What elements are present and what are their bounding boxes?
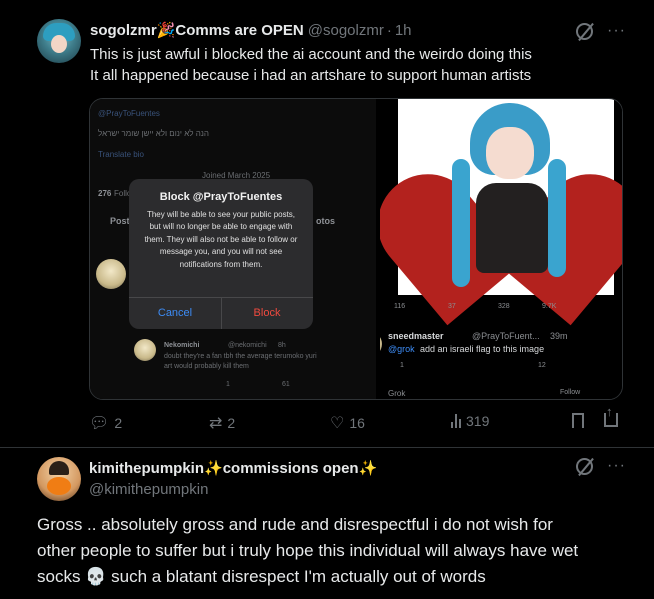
- sparkle-emoji: ✨: [204, 460, 223, 477]
- avatar[interactable]: [37, 19, 81, 63]
- art-replies: 116: [394, 303, 406, 310]
- reply-text: doubt they're a fan tbh the average teru…: [164, 353, 317, 360]
- repost-icon: ⇄: [209, 415, 223, 432]
- tweet-post-sogolzmr[interactable]: sogolzmr 🎉 Comms are OPEN @sogolzmr · 1h…: [0, 0, 654, 447]
- media-image-art-thread[interactable]: 116 37 328 9.7K sneedmaster @PrayToFuent…: [380, 99, 622, 399]
- like-button[interactable]: ♡ 16: [330, 413, 365, 433]
- reply-mention: @grok: [388, 344, 415, 354]
- media-image-block-dialog[interactable]: @PrayToFuentes הנה לא ינום ולא יישן שומר…: [90, 99, 376, 399]
- post-header: kimithepumpkin ✨ commissions open ✨ @kim…: [89, 459, 378, 499]
- avatar[interactable]: [37, 457, 81, 501]
- nav-label: Grok: [388, 389, 406, 398]
- reply-count: 2: [114, 415, 123, 431]
- faded-tab-photos: otos: [316, 216, 335, 226]
- post-text-line: socks 💀 such a blatant disrespect I'm ac…: [37, 565, 486, 589]
- reply-stat: 12: [538, 362, 546, 369]
- sparkle-emoji: ✨: [358, 460, 378, 477]
- reply-handle: @nekomichi: [228, 342, 267, 349]
- reply-avatar: [134, 339, 156, 361]
- repost-button[interactable]: ⇄ 2: [209, 413, 235, 433]
- post-top-actions: ···: [576, 22, 626, 40]
- post-action-bar: 💬︎ 2 ⇄ 2 ♡ 16 319: [0, 404, 654, 433]
- artwork-braid: [452, 159, 470, 287]
- like-count: 16: [349, 415, 365, 431]
- faded-handle: @PrayToFuentes: [98, 109, 160, 118]
- reply-stat: 1: [400, 362, 404, 369]
- reply-stat: 1: [226, 381, 230, 388]
- faded-avatar: [96, 259, 126, 289]
- post-text-line: other people to suffer but i truly hope …: [37, 541, 579, 560]
- art-reposts: 37: [448, 303, 456, 310]
- author-name[interactable]: sogolzmr: [90, 22, 157, 39]
- reply-text: add an israeli flag to this image: [420, 344, 545, 354]
- author-name-suffix[interactable]: commissions open: [223, 460, 359, 477]
- author-name[interactable]: kimithepumpkin: [89, 460, 204, 477]
- author-handle[interactable]: @kimithepumpkin: [89, 481, 208, 498]
- grok-icon[interactable]: [576, 22, 593, 40]
- reply-handle: @PrayToFuent...: [472, 331, 540, 341]
- dialog-message: They will be able to see your public pos…: [144, 210, 298, 269]
- views-count: 319: [466, 413, 490, 429]
- more-icon[interactable]: ···: [607, 457, 626, 475]
- artwork-outfit: [476, 183, 548, 273]
- more-icon[interactable]: ···: [607, 22, 626, 40]
- faded-translate: Translate bio: [98, 150, 144, 159]
- artwork-image[interactable]: [380, 99, 622, 326]
- artwork-braid: [548, 159, 566, 277]
- bookmark-icon: [572, 413, 584, 428]
- reply-author: Nekomichi: [164, 342, 200, 349]
- repost-count: 2: [227, 415, 236, 431]
- post-header: sogolzmr 🎉 Comms are OPEN @sogolzmr · 1h: [90, 21, 412, 40]
- share-button[interactable]: [604, 404, 618, 427]
- reply-time: 8h: [278, 342, 286, 349]
- views-button[interactable]: 319: [451, 413, 489, 429]
- bookmark-button[interactable]: [572, 413, 584, 428]
- views-icon: [451, 414, 461, 428]
- post-top-actions: ···: [576, 457, 626, 475]
- post-text-segment: socks: [37, 567, 81, 586]
- skull-emoji: 💀: [85, 567, 107, 586]
- avatar-hat: [49, 461, 69, 475]
- post-text-line: Gross .. absolutely gross and rude and d…: [37, 515, 553, 534]
- heart-icon: ♡: [330, 415, 345, 432]
- dialog-title: Block @PrayToFuentes: [159, 191, 283, 203]
- dialog-cancel-button[interactable]: Cancel: [129, 297, 221, 329]
- reply-text: art would probably kill them: [164, 363, 249, 370]
- share-icon: [604, 404, 618, 427]
- art-likes: 328: [498, 303, 510, 310]
- grok-icon[interactable]: [576, 457, 593, 475]
- faded-tab-posts: Post: [110, 216, 130, 226]
- avatar-pumpkin: [47, 477, 71, 495]
- post-text-line: It all happened because i had an artshar…: [90, 67, 532, 84]
- faded-following-count: 276: [98, 189, 112, 198]
- reply-stat: 61: [282, 381, 290, 388]
- follow-label: Follow: [560, 389, 581, 396]
- party-emoji: 🎉: [156, 22, 176, 39]
- reply-icon: 💬︎: [89, 415, 110, 432]
- dialog-block-button[interactable]: Block: [221, 297, 313, 329]
- author-name-suffix[interactable]: Comms are OPEN: [175, 22, 303, 39]
- post-divider: [0, 447, 654, 448]
- author-handle[interactable]: @sogolzmr: [308, 22, 384, 39]
- reply-button[interactable]: 💬︎ 2: [89, 413, 122, 433]
- reply-avatar: [380, 331, 382, 357]
- post-text-line: This is just awful i blocked the ai acco…: [90, 46, 532, 63]
- reply-author: sneedmaster: [388, 331, 444, 341]
- reply-time: 39m: [550, 331, 568, 341]
- post-media[interactable]: @PrayToFuentes הנה לא ינום ולא יישן שומר…: [89, 98, 623, 400]
- faded-bio: הנה לא ינום ולא יישן שומר ישראל: [98, 129, 209, 138]
- block-dialog: Block @PrayToFuentes They will be able t…: [129, 179, 313, 329]
- avatar-face: [51, 35, 67, 53]
- art-views: 9.7K: [542, 303, 557, 310]
- post-time[interactable]: 1h: [395, 22, 412, 39]
- artwork-face: [486, 127, 534, 179]
- separator-dot: ·: [386, 21, 392, 39]
- post-text-segment: such a blatant disrespect I'm actually o…: [111, 567, 486, 586]
